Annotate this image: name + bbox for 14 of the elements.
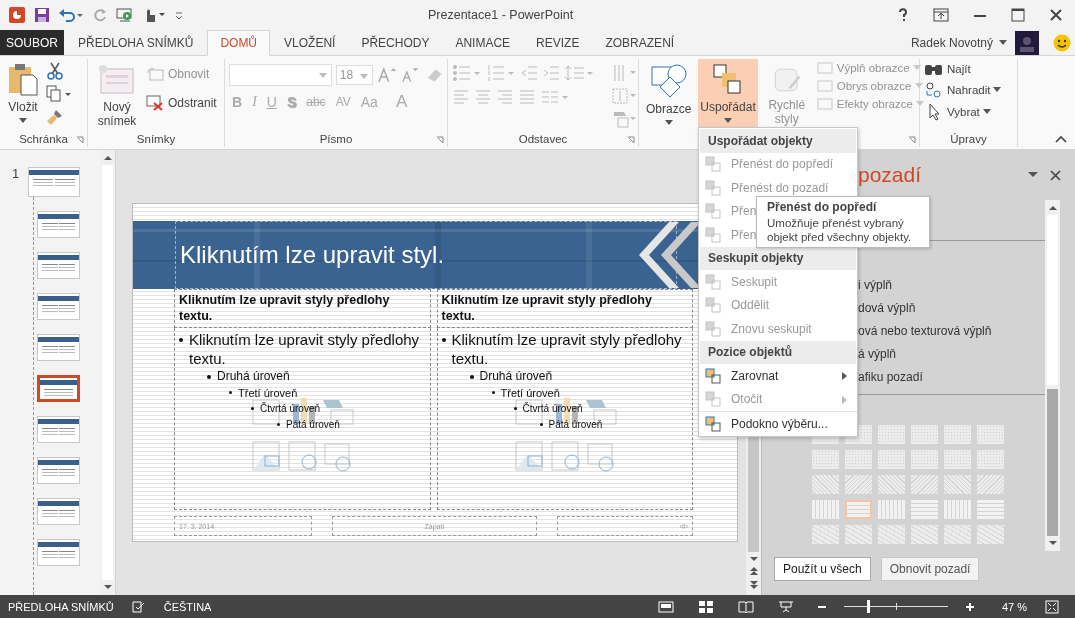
group-label: Úpravy	[950, 132, 987, 145]
tooltip-title: Přenést do popředí	[767, 200, 878, 214]
menu-section-heading: Uspořádat objekty	[708, 133, 813, 148]
group-label: Písmo	[319, 132, 353, 145]
tooltip-text: Umožňuje přenést vybraný objekt před všechny objekty.	[767, 216, 913, 244]
slide-number: 1	[12, 166, 20, 181]
group-label: Snímky	[136, 132, 176, 145]
group-label: Schránka	[19, 132, 68, 145]
group-label: Odstavec	[518, 132, 568, 145]
menu-section-heading: Pozice objektů	[708, 345, 793, 360]
view-label: PŘEDLOHA SNÍMKŮ	[8, 600, 114, 613]
menu-section-heading: Seskupit objekty	[708, 251, 804, 266]
pane-title: pozadí	[858, 163, 923, 187]
window-title: Prezentace1 - PowerPoint	[428, 8, 574, 22]
